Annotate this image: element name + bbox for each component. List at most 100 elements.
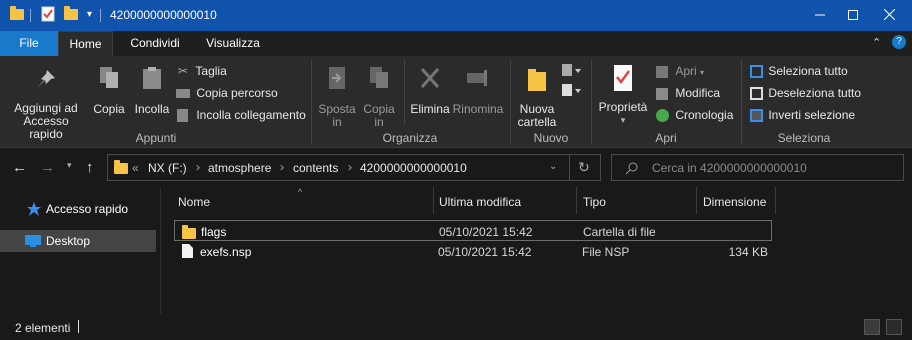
column-divider[interactable] (696, 187, 697, 214)
new-folder-icon (528, 69, 546, 91)
delete-button[interactable]: Elimina (408, 66, 452, 116)
nav-item-quick-access[interactable]: Accesso rapido (0, 198, 156, 220)
separator (30, 9, 31, 22)
invert-selection-icon (750, 109, 763, 123)
breadcrumb-chevron-icon[interactable]: › (348, 160, 352, 174)
desktop-icon (25, 235, 41, 247)
column-divider[interactable] (576, 187, 577, 214)
select-all-label: Seleziona tutto (768, 64, 848, 78)
search-placeholder: Cerca in 4200000000000010 (652, 161, 807, 175)
new-item-icon[interactable] (562, 64, 582, 81)
recent-locations-icon[interactable]: ▾ (67, 160, 72, 171)
group-select-label: Seleziona (777, 131, 831, 145)
close-icon (883, 8, 895, 21)
group-separator (510, 60, 511, 144)
column-divider[interactable] (775, 187, 776, 214)
group-new-label: Nuovo (533, 131, 569, 145)
properties-button[interactable]: Proprietà ▾ (597, 64, 649, 127)
open-button[interactable]: Apri ▾ (656, 64, 704, 78)
file-type: File NSP (582, 245, 630, 259)
select-all-icon (750, 65, 763, 79)
move-to-label-line2: in (332, 115, 342, 129)
separator (100, 9, 101, 22)
customize-quick-access-icon[interactable]: ▾ (87, 9, 92, 20)
copy-path-button[interactable]: Copia percorso (176, 86, 278, 100)
properties-icon[interactable] (41, 6, 55, 25)
group-open-label: Apri (655, 131, 677, 145)
close-button[interactable] (866, 0, 912, 31)
refresh-icon[interactable]: ↻ (578, 159, 590, 176)
sort-ascending-icon: ^ (298, 187, 303, 197)
properties-label: Proprietà (598, 100, 648, 114)
copy-label: Copia (93, 102, 125, 116)
tab-home[interactable]: Home (58, 31, 113, 56)
tab-file[interactable]: File (0, 31, 58, 56)
up-icon[interactable]: ↑ (86, 159, 94, 176)
column-header-modified[interactable]: Ultima modifica (439, 195, 521, 209)
table-row[interactable]: flags 05/10/2021 15:42 Cartella di file (174, 220, 772, 241)
cut-button[interactable]: ✂ Taglia (178, 64, 227, 78)
column-divider[interactable] (433, 187, 434, 214)
file-modified: 05/10/2021 15:42 (439, 225, 533, 239)
paste-shortcut-label: Incolla collegamento (196, 108, 306, 122)
group-organize-label: Organizza (382, 131, 438, 145)
copy-button[interactable]: Copia (92, 66, 126, 116)
tab-share[interactable]: Condividi (118, 31, 192, 56)
edit-icon (656, 87, 668, 100)
select-all-button[interactable]: Seleziona tutto (750, 64, 848, 79)
easy-access-icon[interactable] (562, 84, 582, 101)
nav-item-desktop[interactable]: Desktop (0, 230, 156, 252)
cut-label: Taglia (195, 64, 227, 78)
select-none-label: Deseleziona tutto (768, 86, 862, 100)
paste-icon (143, 67, 161, 89)
search-field[interactable]: Cerca in 4200000000000010 (611, 154, 904, 181)
table-row[interactable]: exefs.nsp 05/10/2021 15:42 File NSP 134 … (174, 241, 772, 262)
copy-icon (100, 67, 118, 88)
collapse-ribbon-icon[interactable]: ⌃ (872, 36, 881, 49)
paste-button[interactable]: Incolla (131, 66, 173, 116)
breadcrumb-atmosphere[interactable]: atmosphere (208, 161, 271, 175)
breadcrumb-chevron-icon[interactable]: › (196, 160, 200, 174)
history-label: Cronologia (675, 108, 734, 122)
invert-selection-label: Inverti selezione (768, 108, 856, 122)
scissors-icon: ✂ (178, 64, 189, 78)
column-header-size[interactable]: Dimensione (703, 195, 766, 209)
history-button[interactable]: Cronologia (656, 108, 734, 123)
back-icon[interactable]: ← (12, 159, 27, 176)
tab-view[interactable]: Visualizza (196, 31, 270, 56)
new-folder-button[interactable]: Nuova cartella (514, 66, 560, 129)
select-none-button[interactable]: Deseleziona tutto (750, 86, 862, 101)
nav-item-label: Desktop (46, 234, 91, 248)
breadcrumb-overflow[interactable]: « (132, 161, 139, 175)
forward-icon[interactable]: → (40, 159, 55, 176)
file-name: flags (201, 225, 227, 239)
maximize-icon (848, 10, 858, 20)
delete-icon (420, 68, 440, 88)
move-to-button[interactable]: Sposta in (316, 66, 358, 129)
copy-path-label: Copia percorso (196, 86, 278, 100)
address-dropdown-icon[interactable]: ⌄ (549, 161, 557, 172)
edit-button[interactable]: Modifica (656, 86, 720, 100)
breadcrumb-drive[interactable]: NX (F:) (148, 161, 187, 175)
rename-button[interactable]: Rinomina (452, 66, 504, 116)
column-header-name[interactable]: Nome (178, 195, 210, 209)
help-icon[interactable]: ? (892, 35, 906, 49)
separator (78, 320, 79, 333)
details-view-icon[interactable] (864, 319, 880, 335)
breadcrumb-chevron-icon[interactable]: › (280, 160, 284, 174)
copy-to-button[interactable]: Copia in (361, 66, 397, 129)
maximize-button[interactable] (820, 0, 866, 31)
pane-divider[interactable] (160, 187, 161, 314)
paste-shortcut-button[interactable]: Incolla collegamento (177, 108, 306, 123)
address-field[interactable]: « NX (F:) › atmosphere › contents › 4200… (107, 154, 601, 181)
large-icons-view-icon[interactable] (886, 319, 902, 335)
navigation-pane: Accesso rapido Desktop (0, 187, 160, 314)
column-header-type[interactable]: Tipo (583, 195, 606, 209)
nav-item-label: Accesso rapido (46, 202, 129, 216)
move-to-icon (329, 67, 345, 89)
invert-selection-button[interactable]: Inverti selezione (750, 108, 856, 123)
copy-to-label-line2: in (374, 115, 384, 129)
breadcrumb-contents[interactable]: contents (293, 161, 338, 175)
pin-icon (37, 70, 55, 88)
breadcrumb-current[interactable]: 4200000000000010 (360, 161, 467, 175)
